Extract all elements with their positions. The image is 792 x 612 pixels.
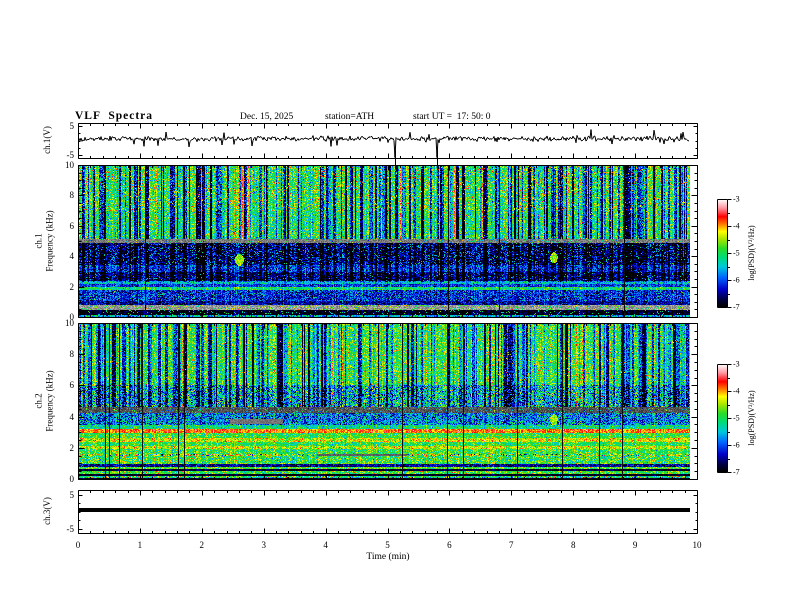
ch1-wave-ylabel: ch.1(V) bbox=[41, 126, 52, 154]
time-tick-label: 7 bbox=[509, 540, 514, 550]
ch2-freq-tick-label: 6 bbox=[69, 380, 75, 391]
ch2-freq-tick-label: 2 bbox=[69, 442, 75, 453]
time-tick-label: 4 bbox=[323, 540, 328, 550]
ch1-spec-ylabel-line2: Frequency (kHz) bbox=[44, 210, 54, 272]
colorbar1-tick-label: -3 bbox=[733, 194, 740, 204]
ch1-spec-ylabel: ch.1 Frequency (kHz) bbox=[34, 210, 55, 271]
ch1-spec-ylabel-line1: ch.1 bbox=[33, 233, 44, 249]
ch1-volt-tick-label: -5 bbox=[66, 150, 75, 160]
ch2-freq-tick-label: 4 bbox=[69, 411, 75, 422]
ch2-freq-tick-label: 0 bbox=[69, 474, 75, 484]
colorbar2-tick-label: -7 bbox=[733, 467, 740, 477]
time-tick-label: 2 bbox=[199, 540, 205, 550]
colorbar1-tick-label: -6 bbox=[733, 275, 740, 285]
time-tick-label: 0 bbox=[75, 540, 81, 550]
ch1-freq-tick-label: 6 bbox=[69, 220, 75, 231]
ch1-freq-tick-label: 8 bbox=[69, 190, 75, 201]
ch3-volt-tick-label: -5 bbox=[66, 523, 75, 534]
time-axis-label: Time (min) bbox=[366, 552, 410, 562]
colorbar2-tick-label: -4 bbox=[733, 386, 740, 396]
ch1-freq-tick-label: 10 bbox=[65, 160, 74, 170]
time-tick-label: 6 bbox=[447, 540, 452, 550]
ch2-spec-ylabel-line1: ch.2 bbox=[33, 393, 44, 409]
ch1-freq-tick-label: 2 bbox=[69, 281, 75, 292]
ch2-spec-ylabel-line2: Frequency (kHz) bbox=[44, 370, 54, 432]
axes-frame-ticks-layer bbox=[0, 0, 792, 612]
colorbar1-tick-label: -7 bbox=[733, 302, 740, 312]
time-tick-label: 5 bbox=[385, 540, 390, 550]
ch2-spec-ylabel: ch.2 Frequency (kHz) bbox=[34, 370, 55, 431]
time-tick-label: 9 bbox=[632, 540, 638, 550]
ch1-volt-tick-label: 5 bbox=[69, 121, 75, 131]
colorbar2-tick-label: -5 bbox=[733, 413, 740, 423]
colorbar2-tick-label: -6 bbox=[733, 440, 740, 450]
time-tick-label: 10 bbox=[692, 540, 702, 550]
ch2-freq-tick-label: 8 bbox=[69, 349, 75, 360]
ch3-wave-ylabel: ch.3(V) bbox=[41, 497, 52, 525]
ch2-freq-tick-label: 10 bbox=[65, 318, 74, 328]
colorbar1-tick-label: -4 bbox=[733, 221, 740, 231]
colorbar2-label: log(PSD)(V²/Hz) bbox=[746, 390, 756, 446]
colorbar1-tick-label: -5 bbox=[733, 248, 740, 258]
colorbar2-tick-label: -3 bbox=[733, 359, 740, 369]
time-tick-label: 3 bbox=[261, 540, 266, 550]
vlf-spectra-figure: VLF Spectra Dec. 15, 2025 station=ATH st… bbox=[0, 0, 792, 612]
ch1-freq-tick-label: 4 bbox=[69, 251, 75, 262]
ch3-volt-tick-label: 5 bbox=[69, 489, 75, 500]
colorbar1-label: log(PSD)(V²/Hz) bbox=[746, 225, 756, 281]
time-tick-label: 1 bbox=[137, 540, 143, 550]
time-tick-label: 8 bbox=[570, 540, 576, 550]
